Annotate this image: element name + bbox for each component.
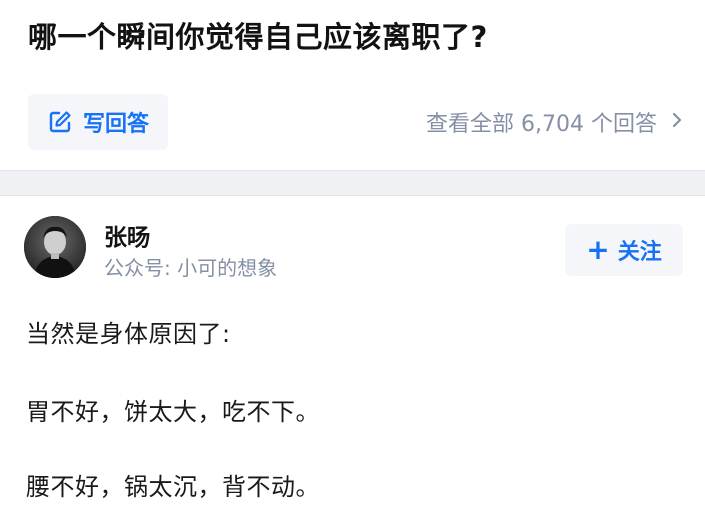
write-answer-button[interactable]: 写回答 [28,94,168,150]
plus-icon: + [586,233,610,266]
write-answer-label: 写回答 [82,112,149,137]
answer-card: 张旸 公众号: 小可的想象 + 关注 当然是身体原因了: 胃不好，饼太大，吃不下… [0,196,705,529]
view-all-label: 查看全部 6,704 个回答 [426,112,657,137]
follow-label: 关注 [617,240,662,265]
section-divider [0,170,705,196]
answer-paragraph: 当然是身体原因了: [26,320,231,348]
chevron-right-icon [671,110,683,135]
view-all-answers-link[interactable]: 查看全部 6,704 个回答 [426,106,683,138]
question-header: 哪一个瞬间你觉得自己应该离职了? 写回答 查看全部 6,704 个回答 [0,0,705,170]
follow-button[interactable]: + 关注 [565,224,683,276]
author-name[interactable]: 张旸 [104,218,150,252]
author-subtitle: 公众号: 小可的想象 [104,256,278,280]
answer-paragraph: 腰不好，锅太沉，背不动。 [26,473,320,501]
avatar[interactable] [24,216,86,278]
answer-paragraph: 胃不好，饼太大，吃不下。 [26,398,320,426]
question-title[interactable]: 哪一个瞬间你觉得自己应该离职了? [28,14,488,56]
edit-icon [47,109,73,135]
